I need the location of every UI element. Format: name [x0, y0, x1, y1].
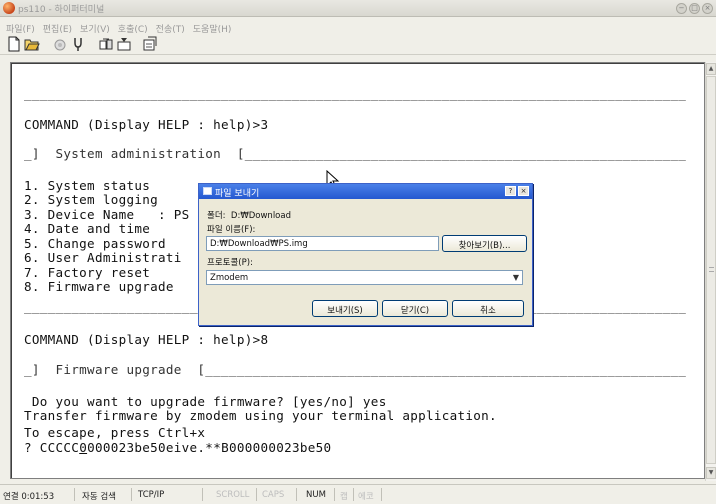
status-capture: 캡	[340, 492, 348, 502]
status-num: NUM	[306, 490, 326, 500]
status-divider	[353, 488, 354, 501]
separator-line: ________________________________________…	[24, 86, 686, 101]
menu-line: 6. User Administrati	[24, 250, 182, 265]
window-title: ps110 - 하이퍼터미널	[18, 5, 105, 15]
dialog-title: 파일 보내기	[215, 189, 260, 199]
dialog-help-button[interactable]: ?	[505, 186, 516, 196]
zmodem-output-line: ? CCCCC0000023be50eive.**B000000023be50	[24, 440, 331, 455]
protocol-label: 프로토콜(P):	[207, 258, 253, 268]
chevron-down-icon[interactable]: ▼	[513, 273, 519, 282]
new-connection-icon[interactable]	[6, 36, 22, 52]
call-icon[interactable]	[52, 36, 68, 52]
status-auto-detect: 자동 검색	[82, 492, 116, 502]
menu-bar: 파일(F) 편집(E) 보기(V) 호출(C) 전송(T) 도움말(H)	[0, 17, 716, 35]
status-divider	[381, 488, 382, 501]
send-file-dialog: 파일 보내기 ? × 폴더: D:₩Download 파일 이름(F): D:₩…	[198, 183, 533, 326]
hyperterminal-window: ps110 - 하이퍼터미널 − □ × 파일(F) 편집(E) 보기(V) 호출(C…	[0, 0, 716, 504]
maximize-button[interactable]: □	[689, 3, 700, 14]
status-protocol: TCP/IP	[138, 490, 165, 500]
status-connected-time: 연결 0:01:53	[3, 492, 55, 502]
status-scroll: SCROLL	[216, 490, 250, 500]
filename-label: 파일 이름(F):	[207, 225, 256, 235]
menu-line: 5. Change password	[24, 236, 166, 251]
disconnect-icon[interactable]	[70, 36, 86, 52]
app-icon	[3, 2, 15, 14]
title-bar[interactable]: ps110 - 하이퍼터미널 − □ ×	[0, 0, 716, 17]
status-divider	[131, 488, 132, 501]
properties-icon[interactable]	[142, 36, 158, 52]
transfer-info-line: Transfer firmware by zmodem using your t…	[24, 408, 497, 423]
section-header-line: _] Firmware upgrade [___________________…	[24, 362, 686, 377]
dialog-close-button[interactable]: ×	[518, 186, 529, 196]
status-echo: 에코	[358, 492, 374, 502]
scroll-down-icon[interactable]: ▼	[706, 467, 716, 479]
section-header-line: _] System administration [______________…	[24, 146, 686, 161]
command-prompt-line: COMMAND (Display HELP : help)>8	[24, 332, 269, 347]
minimize-button[interactable]: −	[676, 3, 687, 14]
grip-icon	[709, 267, 714, 272]
filename-input[interactable]: D:₩Download₩PS.img	[206, 236, 439, 251]
status-divider	[202, 488, 203, 501]
protocol-value: Zmodem	[210, 273, 249, 283]
send-button[interactable]: 보내기(S)	[312, 300, 378, 317]
menu-line: 2. System logging	[24, 192, 158, 207]
status-divider	[256, 488, 257, 501]
command-prompt-line: COMMAND (Display HELP : help)>3	[24, 117, 269, 132]
status-divider	[74, 488, 75, 501]
status-bar: 연결 0:01:53 자동 검색 TCP/IP SCROLL CAPS NUM …	[0, 484, 716, 504]
zmodem-rest: 000023be50eive.**B000000023be50	[87, 440, 332, 455]
status-divider	[296, 488, 297, 501]
upgrade-question-line: Do you want to upgrade firmware? [yes/no…	[24, 394, 387, 409]
toolbar	[0, 33, 716, 55]
close-dialog-button[interactable]: 닫기(C)	[382, 300, 448, 317]
menu-line: 7. Factory reset	[24, 265, 151, 280]
menu-line: 1. System status	[24, 178, 151, 193]
status-divider	[334, 488, 335, 501]
folder-label-text: 폴더:	[207, 211, 226, 221]
scroll-up-icon[interactable]: ▲	[706, 63, 716, 75]
vertical-scrollbar[interactable]: ▲ ▼	[705, 62, 716, 481]
escape-info-line: To escape, press Ctrl+x	[24, 425, 206, 440]
close-button[interactable]: ×	[702, 3, 713, 14]
protocol-select[interactable]: Zmodem ▼	[206, 270, 523, 285]
folder-label: 폴더: D:₩Download	[207, 209, 291, 221]
terminal-cursor: 0	[79, 440, 88, 455]
dialog-title-bar[interactable]: 파일 보내기 ? ×	[199, 184, 532, 199]
scroll-thumb[interactable]	[706, 76, 716, 464]
receive-icon[interactable]	[116, 36, 132, 52]
folder-value: D:₩Download	[230, 211, 291, 221]
dialog-window-icon	[203, 187, 212, 195]
browse-button[interactable]: 찾아보기(B)...	[442, 235, 527, 252]
status-caps: CAPS	[262, 490, 285, 500]
menu-line: 4. Date and time	[24, 221, 151, 236]
open-icon[interactable]	[24, 36, 40, 52]
cancel-button[interactable]: 취소	[452, 300, 524, 317]
menu-line: 8. Firmware upgrade	[24, 279, 174, 294]
send-icon[interactable]	[98, 36, 114, 52]
zmodem-prefix: ? CCCCC	[24, 440, 80, 455]
menu-line: 3. Device Name : PS	[24, 207, 190, 222]
